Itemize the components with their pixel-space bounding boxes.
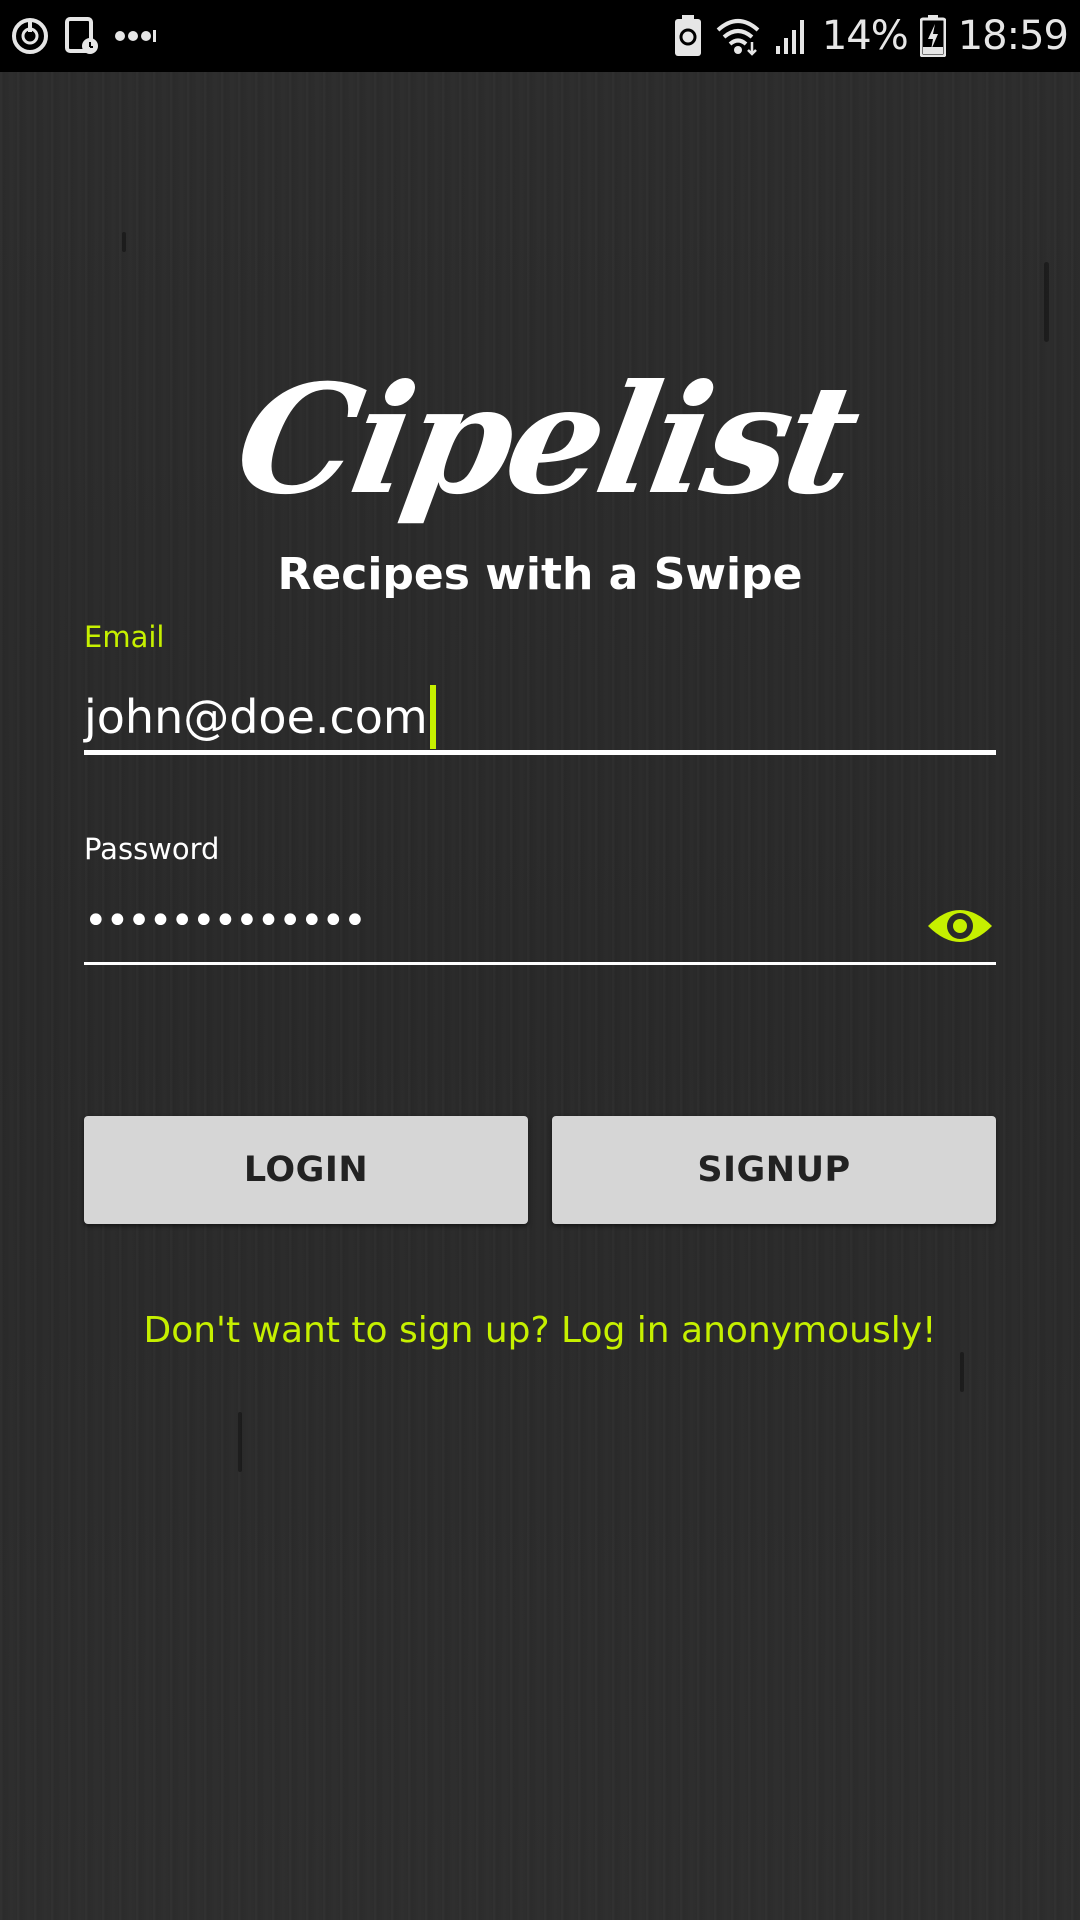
status-right-icons: 14% 18:59 [674,10,1069,62]
texture-scratch [122,232,126,252]
signup-button[interactable]: SIGNUP [552,1116,996,1224]
battery-percent: 14% [821,13,909,59]
status-bar: 14% 18:59 [0,0,1080,72]
login-button[interactable]: LOGIN [84,1116,528,1224]
eye-icon[interactable] [926,902,994,950]
email-input[interactable]: john@doe.com [84,682,436,753]
texture-scratch [960,1352,964,1392]
more-notifications-icon [114,28,158,44]
password-input[interactable]: ••••••••••••• [84,886,367,956]
battery-saver-icon [674,15,702,57]
logo-wordmark: Cipelist [224,352,868,528]
anonymous-login-link[interactable]: Don't want to sign up? Log in anonymousl… [0,1310,1080,1351]
password-field[interactable]: Password ••••••••••••• [84,832,996,972]
clock: 18:59 [957,13,1069,59]
texture-scratch [238,1412,242,1472]
signal-icon [774,16,810,56]
status-left-icons [10,14,158,58]
text-cursor [429,684,436,749]
password-underline [84,962,996,965]
logo-tagline: Recipes with a Swipe [277,549,803,600]
email-value: john@doe.com [84,690,428,744]
wifi-icon [714,16,762,56]
email-label: Email [84,620,165,654]
battery-charging-icon [919,15,946,57]
app-logo: Cipelist Recipes with a Swipe [224,340,867,610]
screenshot-icon [64,16,100,56]
password-label: Password [84,832,220,866]
texture-scratch [1044,262,1049,342]
email-field[interactable]: Email john@doe.com [84,620,996,760]
power-saving-icon [10,16,50,56]
email-underline [84,750,996,755]
